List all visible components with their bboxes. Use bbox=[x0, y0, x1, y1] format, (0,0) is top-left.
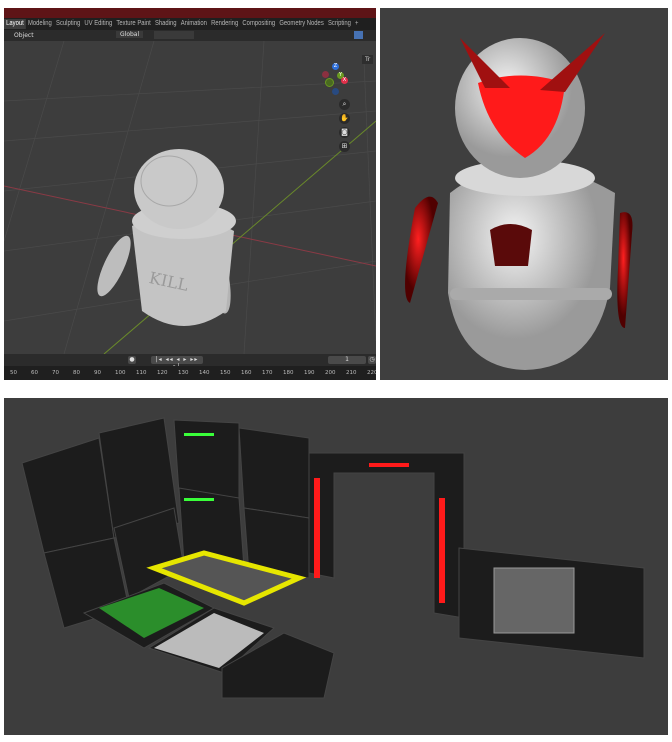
tab-sculpting[interactable]: Sculpting bbox=[54, 19, 82, 29]
tab-modeling[interactable]: Modeling bbox=[26, 19, 54, 29]
camera-icon[interactable]: ◙ bbox=[339, 127, 350, 138]
x-axis-icon[interactable]: X bbox=[341, 77, 348, 84]
blender-window: Layout Modeling Sculpting UV Editing Tex… bbox=[4, 8, 376, 380]
timeline-controls: ● |◂ ◂◂ ◂ ▸ ▸▸ ▸| 1 ◷ bbox=[4, 354, 376, 370]
timeline-tick-label: 200 bbox=[325, 370, 336, 376]
scifi-kit-render bbox=[4, 398, 668, 735]
timeline-tick-label: 110 bbox=[136, 370, 147, 376]
timeline-tick-label: 170 bbox=[262, 370, 273, 376]
playback-buttons[interactable]: |◂ ◂◂ ◂ ▸ ▸▸ ▸| bbox=[151, 356, 203, 370]
object-menu[interactable]: Object bbox=[14, 32, 34, 39]
timeline-tick-label: 150 bbox=[220, 370, 231, 376]
tab-shading[interactable]: Shading bbox=[153, 19, 179, 29]
tab-compositing[interactable]: Compositing bbox=[240, 19, 277, 29]
sidebar-toggle[interactable]: Tr bbox=[362, 55, 374, 64]
tab-geometry-nodes[interactable]: Geometry Nodes bbox=[277, 19, 326, 29]
perspective-grid-icon[interactable]: ⊞ bbox=[339, 141, 350, 152]
tab-texture-paint[interactable]: Texture Paint bbox=[114, 19, 153, 29]
timeline-tick-label: 160 bbox=[241, 370, 252, 376]
gizmo-toggle-button[interactable] bbox=[354, 31, 363, 39]
z-axis-icon[interactable]: Z bbox=[332, 63, 339, 70]
robot-render bbox=[380, 8, 668, 380]
snap-controls[interactable] bbox=[154, 31, 194, 39]
title-bar bbox=[4, 8, 376, 18]
render-image bbox=[21, 417, 645, 699]
timeline-tick-label: 190 bbox=[304, 370, 315, 376]
timeline-tick-label: 120 bbox=[157, 370, 168, 376]
tab-scripting[interactable]: Scripting bbox=[326, 19, 353, 29]
transform-orientation-select[interactable]: Global bbox=[116, 31, 144, 38]
timeline-tick-label: 220 bbox=[367, 370, 376, 376]
add-workspace-button[interactable]: + bbox=[353, 19, 361, 29]
3d-viewport[interactable]: KILL Tr Z Y X ⌕ ✋ ◙ ⊞ bbox=[4, 41, 376, 354]
tab-layout[interactable]: Layout bbox=[4, 19, 26, 29]
navigation-gizmo[interactable]: Z Y X bbox=[320, 63, 350, 103]
timeline-tick-label: 130 bbox=[178, 370, 189, 376]
neg-y-axis-icon[interactable] bbox=[325, 78, 334, 87]
timeline-tick-label: 140 bbox=[199, 370, 210, 376]
zoom-icon[interactable]: ⌕ bbox=[339, 99, 350, 110]
hand-pan-icon[interactable]: ✋ bbox=[339, 113, 350, 124]
workspace-tabs: Layout Modeling Sculpting UV Editing Tex… bbox=[4, 18, 374, 30]
tab-animation[interactable]: Animation bbox=[179, 19, 209, 29]
render-image bbox=[405, 33, 633, 370]
tab-uv-editing[interactable]: UV Editing bbox=[82, 19, 114, 29]
record-button[interactable]: ● bbox=[128, 356, 136, 364]
neg-x-axis-icon[interactable] bbox=[322, 71, 329, 78]
timeline-tick-label: 80 bbox=[73, 370, 80, 376]
timeline-tick-label: 70 bbox=[52, 370, 59, 376]
timeline-tick-label: 50 bbox=[10, 370, 17, 376]
skull-emblem bbox=[490, 224, 532, 266]
viewport-header: Object Global bbox=[4, 30, 376, 41]
clock-icon[interactable]: ◷ bbox=[368, 356, 376, 364]
timeline-tick-label: 100 bbox=[115, 370, 126, 376]
timeline-tick-label: 210 bbox=[346, 370, 357, 376]
neg-z-axis-icon[interactable] bbox=[332, 88, 339, 95]
current-frame-field[interactable]: 1 bbox=[328, 356, 366, 364]
timeline-tick-label: 180 bbox=[283, 370, 294, 376]
tab-rendering[interactable]: Rendering bbox=[209, 19, 240, 29]
timeline-tick-label: 90 bbox=[94, 370, 101, 376]
timeline-tick-label: 60 bbox=[31, 370, 38, 376]
timeline-ruler[interactable]: 50 60 70 80 90 100 110 120 130 140 150 160 170 180 190… bbox=[4, 366, 376, 380]
